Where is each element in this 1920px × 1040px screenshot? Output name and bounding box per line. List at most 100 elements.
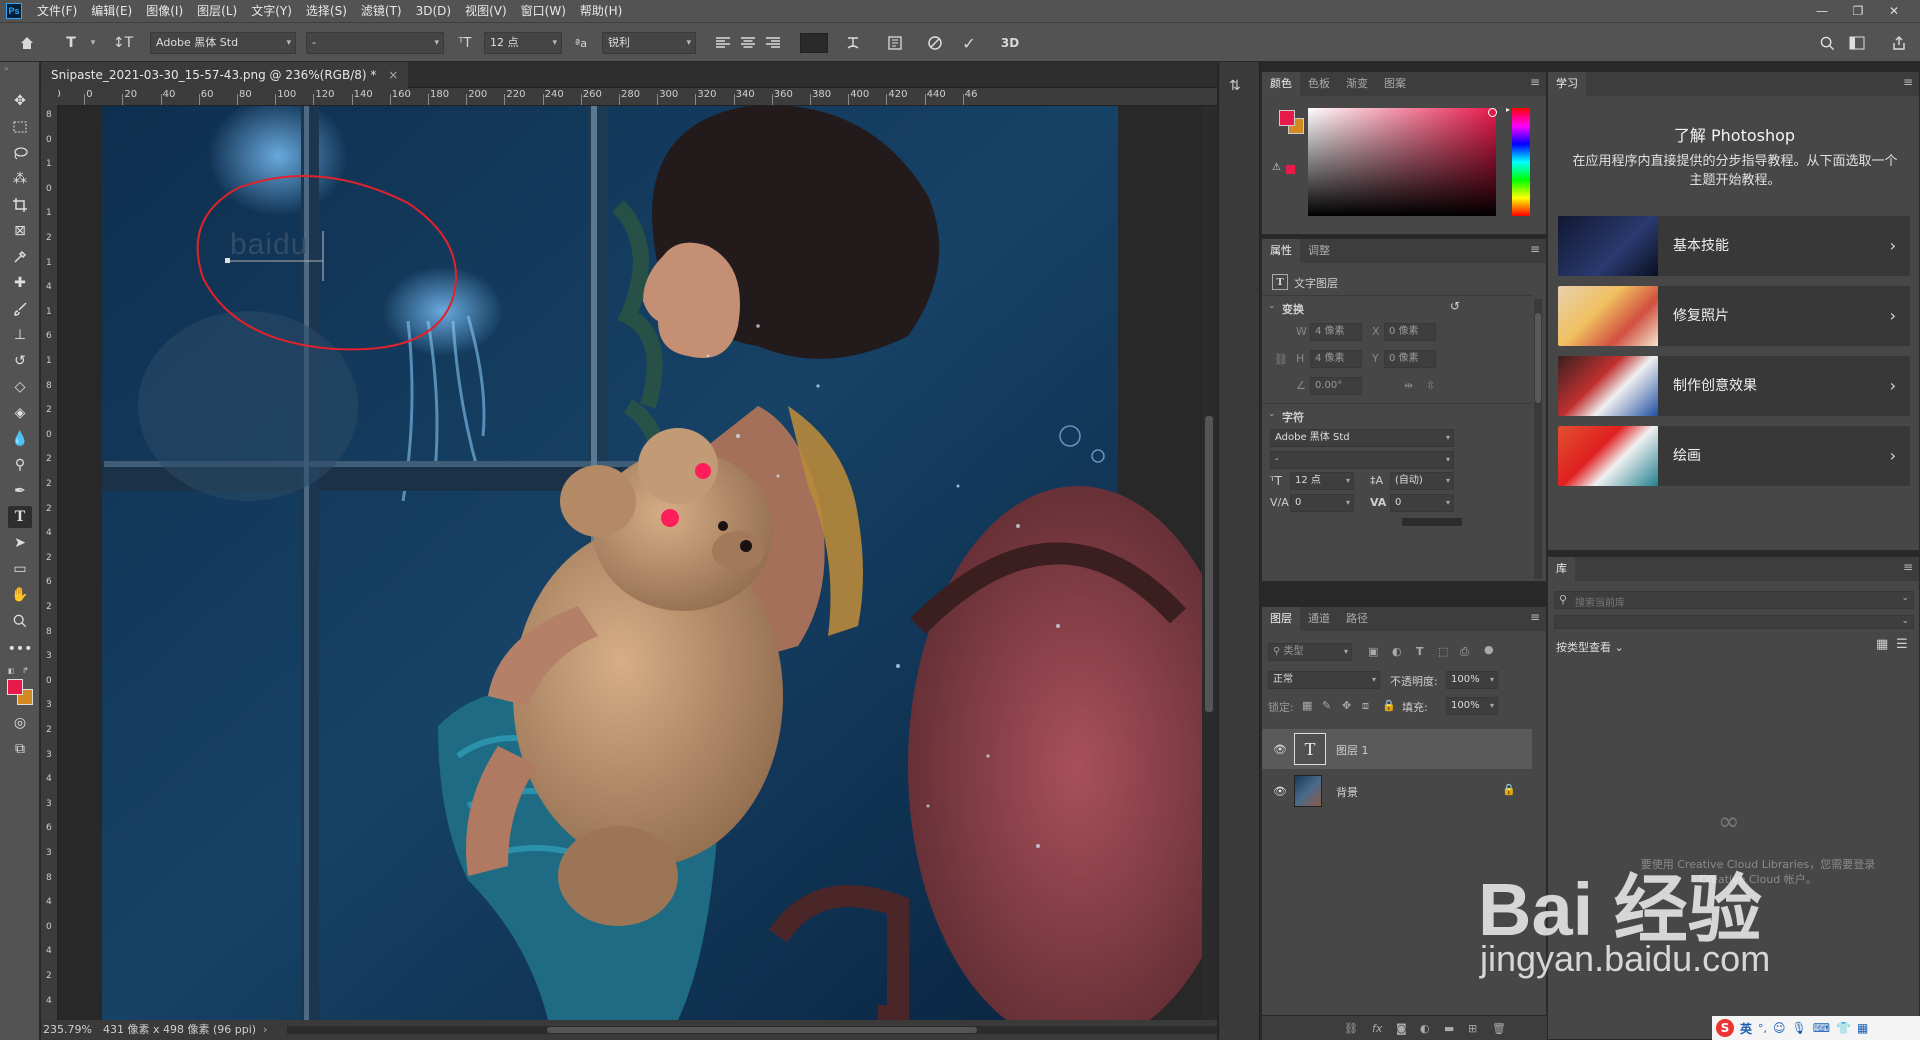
width-field[interactable]: 4 像素 [1310, 323, 1362, 341]
ime-logo-icon[interactable]: S [1716, 1019, 1734, 1037]
collapse-toolbar-icon[interactable]: » [4, 64, 9, 73]
tab-libraries[interactable]: 库 [1548, 557, 1575, 581]
toggle-text-orientation-icon[interactable]: ↕T [112, 32, 134, 54]
menu-type[interactable]: 文字(Y) [244, 0, 299, 22]
learn-card-creative-effects[interactable]: 制作创意效果 › [1558, 356, 1910, 416]
align-center-icon[interactable] [737, 32, 759, 54]
learn-card-basic-skills[interactable]: 基本技能 › [1558, 216, 1910, 276]
menu-file[interactable]: 文件(F) [30, 0, 84, 22]
eyedropper-tool-icon[interactable] [8, 246, 32, 268]
pixel-filter-icon[interactable]: ▣ [1368, 645, 1378, 658]
typed-text-layer[interactable]: baidu [230, 228, 308, 262]
menu-layer[interactable]: 图层(L) [190, 0, 244, 22]
kerning-select[interactable]: 0 ▾ [1290, 494, 1354, 512]
learn-card-fix-photos[interactable]: 修复照片 › [1558, 286, 1910, 346]
opacity-field[interactable]: 100% ▾ [1446, 671, 1498, 689]
character-panel-toggle-icon[interactable] [884, 32, 906, 54]
tab-patterns[interactable]: 图案 [1376, 72, 1414, 96]
commit-edits-icon[interactable]: ✓ [958, 32, 980, 54]
warp-text-icon[interactable] [842, 32, 864, 54]
new-layer-icon[interactable]: ⊞ [1468, 1022, 1477, 1035]
blend-mode-select[interactable]: 正常 ▾ [1268, 671, 1380, 689]
restore-icon[interactable]: ❐ [1844, 0, 1872, 22]
menu-view[interactable]: 视图(V) [458, 0, 514, 22]
tracking-select[interactable]: 0 ▾ [1390, 494, 1454, 512]
panel-menu-icon[interactable]: ≡ [1530, 610, 1540, 624]
delete-layer-icon[interactable]: 🗑 [1492, 1022, 1506, 1035]
type-tool-icon[interactable]: T [8, 506, 32, 528]
layer-style-icon[interactable]: fx [1372, 1022, 1382, 1035]
filter-toggle-icon[interactable]: ● [1484, 643, 1494, 656]
paint-bucket-tool-icon[interactable]: ◈ [8, 402, 32, 424]
x-field[interactable]: 0 像素 [1384, 323, 1436, 341]
flip-horizontal-icon[interactable]: ⇹ [1404, 379, 1413, 392]
lock-artboard-icon[interactable]: ⧈ [1362, 699, 1369, 713]
chevron-right-icon[interactable]: › [263, 1020, 267, 1040]
font-size-select[interactable]: 12 点 ▾ [1290, 472, 1354, 490]
foreground-color-swatch[interactable] [1279, 110, 1295, 126]
minimize-icon[interactable]: — [1808, 0, 1836, 22]
font-style-select[interactable]: - ▾ [1270, 451, 1454, 469]
font-size-select[interactable]: 12 点 ▾ [484, 32, 562, 54]
adjustment-layer-icon[interactable]: ◐ [1420, 1022, 1430, 1035]
font-family-select[interactable]: Adobe 黑体 Std ▾ [150, 32, 296, 54]
align-left-icon[interactable] [712, 32, 734, 54]
move-tool-icon[interactable]: ✥ [8, 90, 32, 112]
default-colors-icon[interactable]: ◧ [8, 667, 18, 675]
font-style-select[interactable]: - ▾ [306, 32, 444, 54]
zoom-level[interactable]: 235.79% [43, 1020, 92, 1040]
menu-edit[interactable]: 编辑(E) [84, 0, 139, 22]
tab-swatches[interactable]: 色板 [1300, 72, 1338, 96]
flip-vertical-icon[interactable]: ⇳ [1426, 379, 1435, 392]
share-icon[interactable] [1888, 32, 1910, 54]
height-field[interactable]: 4 像素 [1310, 350, 1362, 368]
panel-menu-icon[interactable]: ≡ [1903, 560, 1913, 574]
horizontal-ruler[interactable]: 2002040608010012014016018020022024026028… [58, 88, 1217, 106]
foreground-color-swatch[interactable] [7, 679, 23, 695]
keyboard-icon[interactable]: ⌨ [1813, 1021, 1830, 1035]
grid-view-icon[interactable]: ▦ [1876, 637, 1888, 652]
eye-icon[interactable]: 👁 [1272, 783, 1288, 799]
library-search-input[interactable]: ⚲ 搜索当前库 ⌄ [1554, 591, 1914, 609]
skin-icon[interactable]: 👕 [1836, 1021, 1851, 1035]
menu-filter[interactable]: 滤镜(T) [354, 0, 409, 22]
link-layers-icon[interactable]: ⛓ [1344, 1022, 1358, 1035]
healing-brush-tool-icon[interactable]: ✚ [8, 272, 32, 294]
zoom-tool-icon[interactable] [8, 610, 32, 632]
tab-color[interactable]: 颜色 [1262, 72, 1300, 96]
chevron-down-icon[interactable]: ⌄ [1268, 301, 1276, 311]
ime-language-toggle[interactable]: 英 [1740, 1020, 1752, 1037]
vertical-ruler[interactable]: 80101214161820222426283032343638404244 [41, 106, 58, 1020]
hue-slider[interactable] [1512, 108, 1530, 216]
dodge-tool-icon[interactable]: ⚲ [8, 454, 32, 476]
transform-section-header[interactable]: 变换 [1282, 301, 1304, 317]
align-right-icon[interactable] [762, 32, 784, 54]
lock-position-icon[interactable]: ✥ [1342, 699, 1351, 712]
panel-menu-icon[interactable]: ≡ [1530, 242, 1540, 256]
tab-layers[interactable]: 图层 [1262, 607, 1300, 631]
history-brush-tool-icon[interactable]: ↺ [8, 350, 32, 372]
document-tab[interactable]: Snipaste_2021-03-30_15-57-43.png @ 236%(… [41, 62, 409, 88]
panel-menu-icon[interactable]: ≡ [1903, 75, 1913, 89]
tab-learn[interactable]: 学习 [1548, 72, 1586, 96]
link-icon[interactable]: ⛓ [1274, 353, 1288, 366]
text-color-swatch[interactable] [800, 33, 828, 53]
gamut-swatch[interactable] [1286, 165, 1295, 174]
new-group-icon[interactable]: ▬ [1444, 1022, 1454, 1035]
panel-scrollbar[interactable] [1534, 299, 1542, 579]
brush-tool-icon[interactable] [8, 298, 32, 320]
cancel-edits-icon[interactable] [924, 32, 946, 54]
learn-card-painting[interactable]: 绘画 › [1558, 426, 1910, 486]
crop-tool-icon[interactable] [8, 194, 32, 216]
menu-image[interactable]: 图像(I) [139, 0, 190, 22]
menu-select[interactable]: 选择(S) [299, 0, 354, 22]
lock-transparent-icon[interactable]: ▦ [1302, 699, 1312, 712]
menu-help[interactable]: 帮助(H) [573, 0, 629, 22]
type-filter-icon[interactable]: T [1416, 645, 1424, 658]
reset-transform-icon[interactable]: ↺ [1450, 299, 1460, 313]
chevron-down-icon[interactable]: ⌄ [1268, 409, 1276, 419]
panel-menu-icon[interactable]: ≡ [1530, 75, 1540, 89]
scrollbar-thumb[interactable] [547, 1027, 977, 1033]
layer-name[interactable]: 背景 [1336, 784, 1358, 800]
search-icon[interactable] [1816, 32, 1838, 54]
